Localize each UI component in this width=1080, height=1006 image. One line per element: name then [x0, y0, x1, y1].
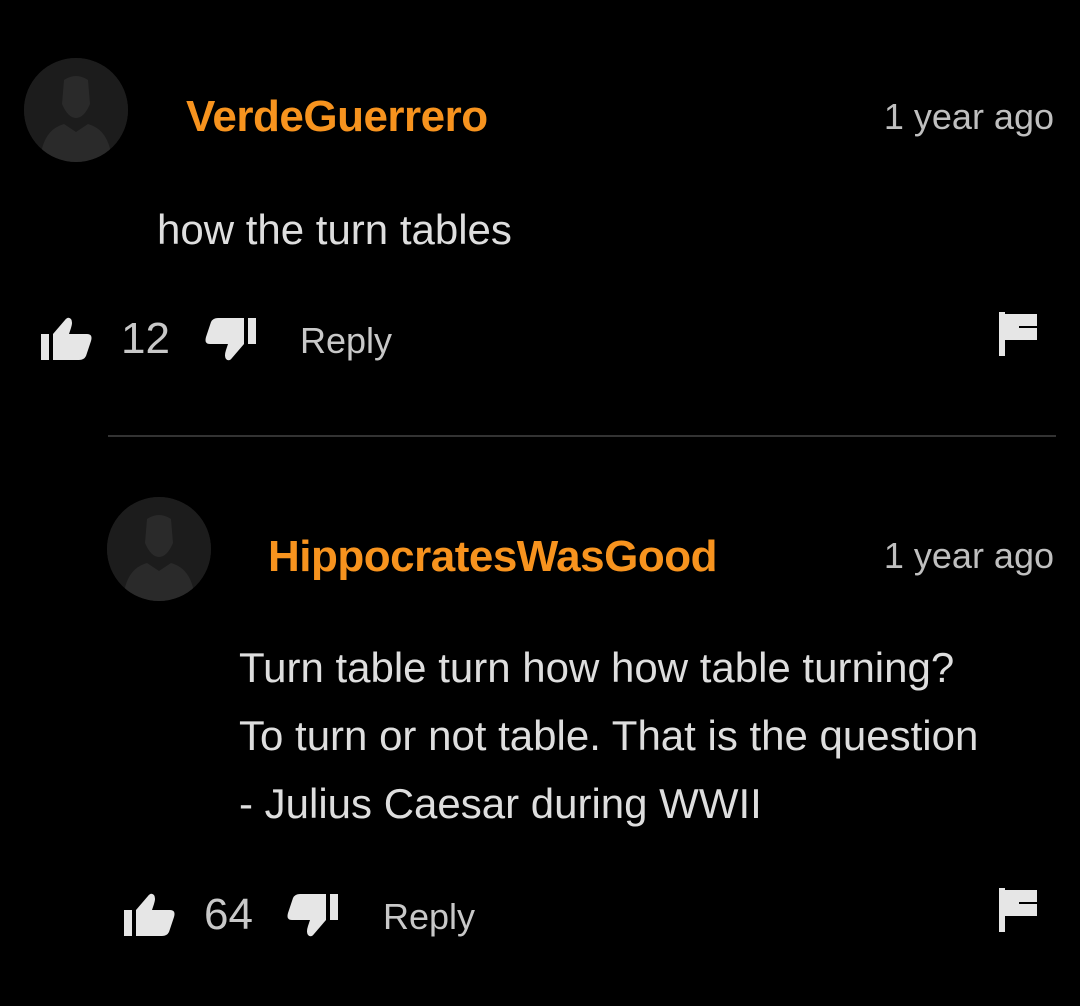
- comment-body-line: - Julius Caesar during WWII: [239, 780, 762, 827]
- comment-divider: [108, 435, 1056, 437]
- comment-body-line: Turn table turn how how table turning?: [239, 644, 955, 691]
- flag-icon[interactable]: [999, 312, 1039, 361]
- comment-body-line: how the turn tables: [157, 206, 512, 253]
- like-count: 12: [121, 314, 170, 363]
- reply-button[interactable]: Reply: [383, 896, 475, 938]
- reply-button[interactable]: Reply: [300, 320, 392, 362]
- username-link[interactable]: HippocratesWasGood: [268, 532, 717, 582]
- thumbs-down-icon[interactable]: [204, 318, 256, 362]
- username-link[interactable]: VerdeGuerrero: [186, 92, 488, 142]
- like-count: 64: [204, 890, 253, 939]
- flag-icon[interactable]: [999, 888, 1039, 937]
- comment-actions: 64 Reply: [0, 884, 1080, 944]
- comment-timestamp: 1 year ago: [883, 535, 1054, 576]
- default-avatar-icon[interactable]: [107, 497, 211, 601]
- thumbs-up-icon[interactable]: [124, 892, 176, 936]
- comment-body: Turn table turn how how table turning? T…: [239, 634, 978, 838]
- comment-actions: 12 Reply: [0, 308, 1080, 368]
- thumbs-down-icon[interactable]: [286, 894, 338, 938]
- thumbs-up-icon[interactable]: [41, 316, 93, 360]
- comment-body: how the turn tables: [157, 196, 512, 264]
- default-avatar-icon[interactable]: [24, 58, 128, 162]
- comment-timestamp: 1 year ago: [883, 96, 1054, 137]
- comment-body-line: To turn or not table. That is the questi…: [239, 712, 979, 759]
